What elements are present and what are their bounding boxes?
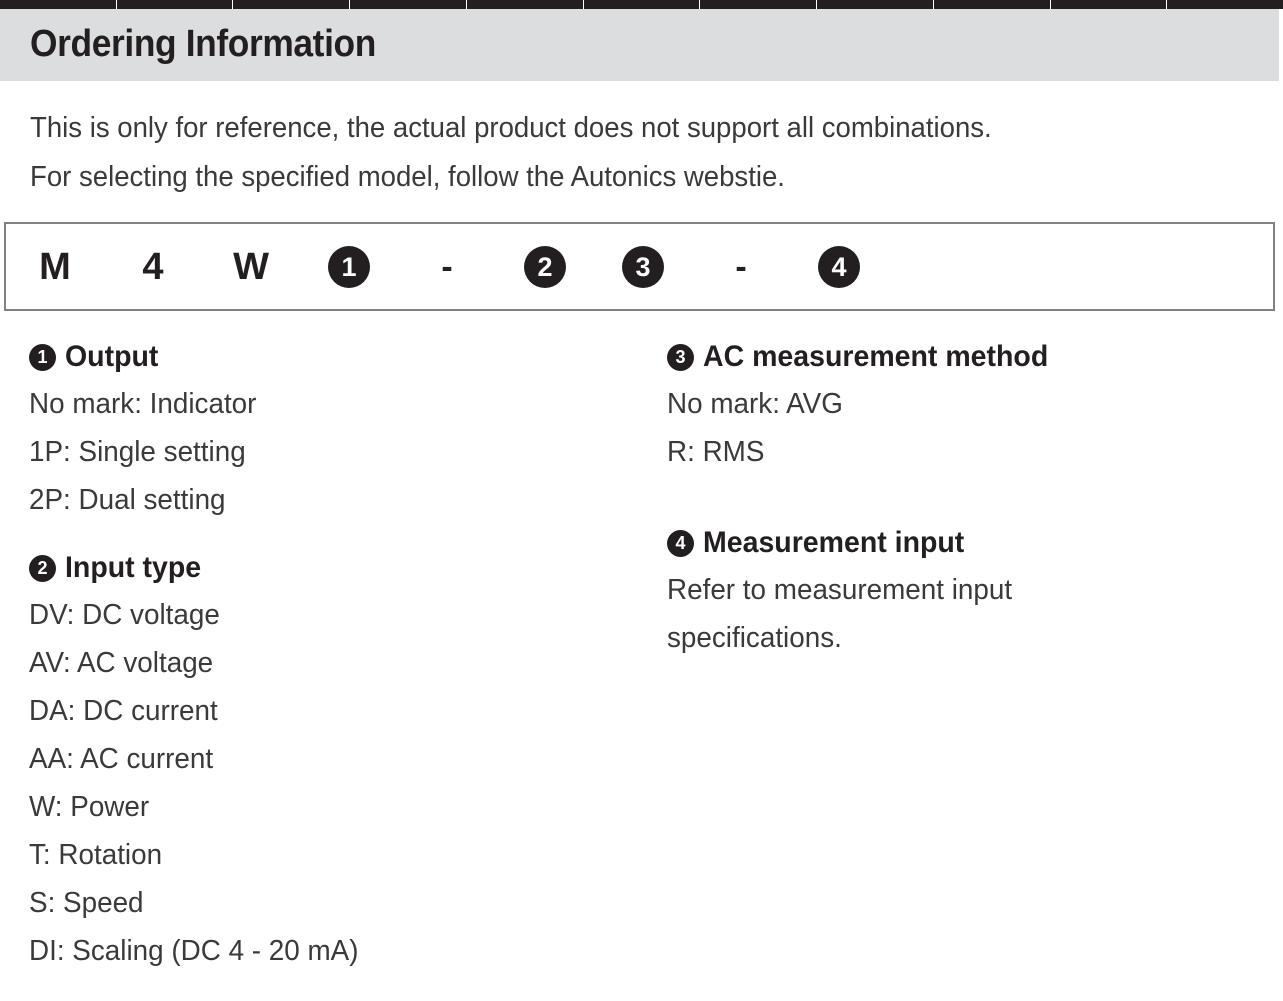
section-output-heading: 1 Output xyxy=(29,334,649,380)
list-item: DI: Scaling (DC 4 - 20 mA) xyxy=(29,935,359,967)
model-code-cell-w: W xyxy=(202,248,300,286)
number-badge-1-icon: 1 xyxy=(29,343,56,371)
section-measurement-input-note: Refer to measurement input specification… xyxy=(667,566,1187,662)
list-item: AA: AC current xyxy=(29,743,214,775)
list-item: No mark: AVG xyxy=(667,388,843,420)
top-rule-segment xyxy=(700,0,818,9)
number-badge-3-icon: 3 xyxy=(622,245,664,288)
intro-paragraph: This is only for reference, the actual p… xyxy=(30,104,1170,202)
section-ac-measurement-method: 3 AC measurement method No mark: AVG R: … xyxy=(667,334,1267,476)
model-code-row: M 4 W 1 - 2 3 - 4 xyxy=(6,224,888,309)
model-code-cell-4: 4 xyxy=(104,248,202,286)
top-rule-segment xyxy=(0,0,117,9)
list-item: S: Speed xyxy=(29,887,144,919)
model-code-cell-dash-2: - xyxy=(692,250,790,284)
top-rule-segment xyxy=(817,0,934,9)
model-code-cell-slot-3: 3 xyxy=(594,245,692,288)
section-measurement-input-title: Measurement input xyxy=(703,526,965,559)
section-input-type-options: DV: DC voltage AV: AC voltage DA: DC cur… xyxy=(29,591,649,975)
top-rule-segment xyxy=(467,0,584,9)
list-item: W: Power xyxy=(29,791,150,823)
note-line-1: Refer to measurement input xyxy=(667,574,1013,606)
page-title: Ordering Information xyxy=(30,23,376,65)
list-item: T: Rotation xyxy=(29,839,163,871)
section-ac-measurement-method-heading: 3 AC measurement method xyxy=(667,334,1267,380)
intro-line-1: This is only for reference, the actual p… xyxy=(30,112,992,144)
top-rule-segment xyxy=(233,0,351,9)
model-code-char: - xyxy=(441,247,453,286)
section-measurement-input-heading: 4 Measurement input xyxy=(667,520,1267,566)
section-input-type-heading: 2 Input type xyxy=(29,545,649,591)
list-item: R: RMS xyxy=(667,436,765,468)
list-item: 1P: Single setting xyxy=(29,436,246,468)
top-rule-segment xyxy=(350,0,467,9)
list-item: 2P: Dual setting xyxy=(29,484,226,516)
model-code-cell-slot-2: 2 xyxy=(496,245,594,288)
top-rule-segment xyxy=(117,0,234,9)
section-input-type-title: Input type xyxy=(65,551,202,584)
model-code-cell-dash-1: - xyxy=(398,250,496,284)
right-column: 3 AC measurement method No mark: AVG R: … xyxy=(667,334,1267,683)
top-rule-segment xyxy=(1051,0,1168,9)
section-input-type: 2 Input type DV: DC voltage AV: AC volta… xyxy=(29,545,649,975)
model-code-cell-slot-1: 1 xyxy=(300,245,398,288)
model-code-char: 4 xyxy=(142,245,164,288)
list-item: DV: DC voltage xyxy=(29,599,220,631)
top-rule-segment xyxy=(934,0,1051,9)
list-item: AV: AC voltage xyxy=(29,647,214,679)
model-code-cell-m: M xyxy=(6,248,104,286)
section-header-band: Ordering Information xyxy=(0,9,1279,81)
model-code-cell-slot-4: 4 xyxy=(790,245,888,288)
model-code-char: - xyxy=(735,247,747,286)
number-badge-2-icon: 2 xyxy=(29,554,56,582)
number-badge-2-icon: 2 xyxy=(524,245,566,288)
model-code-box: M 4 W 1 - 2 3 - 4 xyxy=(4,222,1275,311)
section-output-options: No mark: Indicator 1P: Single setting 2P… xyxy=(29,380,649,524)
section-measurement-input: 4 Measurement input Refer to measurement… xyxy=(667,520,1267,662)
number-badge-3-icon: 3 xyxy=(667,343,694,371)
section-ac-measurement-method-title: AC measurement method xyxy=(703,340,1049,373)
top-rule-segment xyxy=(1167,0,1283,9)
number-badge-4-icon: 4 xyxy=(818,245,860,288)
intro-line-2: For selecting the specified model, follo… xyxy=(30,161,785,193)
section-ac-measurement-method-options: No mark: AVG R: RMS xyxy=(667,380,1267,476)
top-rule xyxy=(0,0,1283,9)
model-code-char: M xyxy=(39,245,71,288)
model-code-char: W xyxy=(233,245,269,288)
list-item: No mark: Indicator xyxy=(29,388,257,420)
list-item: DA: DC current xyxy=(29,695,218,727)
top-rule-segment xyxy=(584,0,701,9)
section-output-title: Output xyxy=(65,340,159,373)
note-line-2: specifications. xyxy=(667,622,842,654)
column-spacer xyxy=(667,497,1267,520)
number-badge-4-icon: 4 xyxy=(667,529,694,557)
left-column: 1 Output No mark: Indicator 1P: Single s… xyxy=(29,334,649,996)
number-badge-1-icon: 1 xyxy=(328,245,370,288)
section-output: 1 Output No mark: Indicator 1P: Single s… xyxy=(29,334,649,524)
